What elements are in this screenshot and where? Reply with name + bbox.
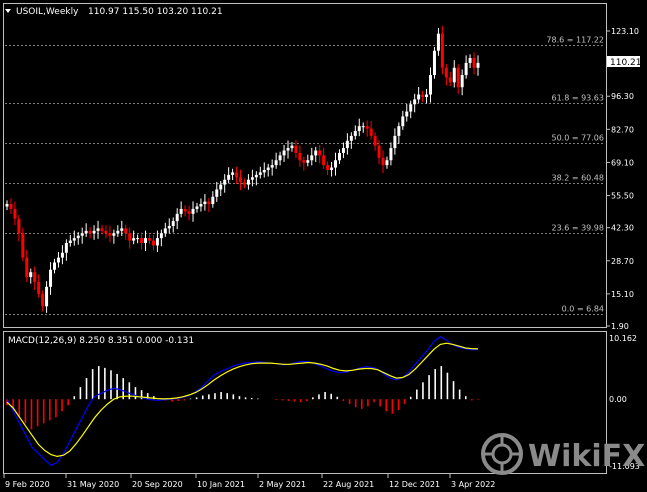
y-tick-label: 42.30 [611,224,634,233]
y-tick-label: 1.90 [611,322,629,331]
macd-y-tick-label: 10.162 [609,334,637,343]
x-tick-label: 12 Dec 2021 [389,480,440,489]
fib-label: 61.8 = 93.63 [551,94,604,103]
current-price-label: 110.21 [610,58,642,68]
x-tick-label: 10 Jan 2021 [197,480,245,489]
candle [432,47,436,79]
y-tick-label: 123.10 [611,27,639,36]
symbol-label: USOIL,Weekly [16,7,79,17]
background [0,0,647,492]
x-tick-label: 9 Feb 2020 [5,480,50,489]
watermark-text: WikiFX [528,439,645,474]
y-tick-label: 55.50 [611,192,634,201]
fib-label: 23.6 = 39.98 [551,224,604,233]
x-tick-label: 31 May 2020 [67,480,119,489]
y-tick-label: 82.70 [611,125,634,134]
chart-header: USOIL,Weekly 110.97 115.50 103.20 110.21 [5,7,223,17]
current-price-marker: 110.21 [607,56,642,68]
fib-label: 38.2 = 60.48 [551,174,604,183]
fib-label: 0.0 = 6.84 [562,305,604,314]
x-tick-label: 2 May 2021 [259,480,306,489]
macd-y-tick-label: 0.00 [609,395,627,404]
ohlc-label: 110.97 115.50 103.20 110.21 [88,7,223,17]
x-tick-label: 20 Sep 2020 [132,480,183,489]
y-tick-label: 96.30 [611,92,634,101]
x-tick-label: 22 Aug 2021 [323,480,374,489]
chart-root: 78.6 = 117.22 61.8 = 93.63 50.0 = 77.06 38.… [0,0,647,492]
fib-label: 78.6 = 117.22 [546,36,604,45]
y-tick-label: 15.10 [611,290,634,299]
macd-header-label: MACD(12,26,9) 8.250 8.351 0.000 -0.131 [8,336,194,346]
y-tick-label: 28.70 [611,257,634,266]
y-tick-label: 69.10 [611,158,634,167]
x-tick-label: 3 Apr 2022 [451,480,495,489]
fib-label: 50.0 = 77.06 [551,134,604,143]
